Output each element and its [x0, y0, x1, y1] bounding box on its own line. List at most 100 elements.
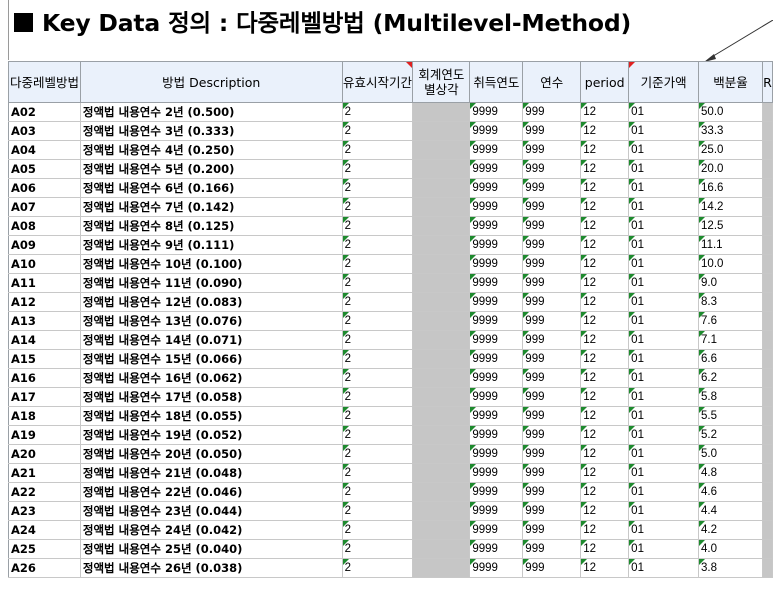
r-cell[interactable] [761, 406, 773, 426]
r-cell[interactable] [761, 539, 773, 559]
description-cell[interactable]: 정액법 내용연수 11년 (0.090) [79, 273, 343, 293]
r-cell[interactable] [761, 121, 773, 141]
method-code-cell[interactable]: A16 [8, 368, 81, 388]
description-cell[interactable]: 정액법 내용연수 3년 (0.333) [79, 121, 343, 141]
acq-year-cell[interactable]: 9999 [469, 368, 524, 388]
acq-year-cell[interactable]: 9999 [469, 235, 524, 255]
valid-start-cell[interactable]: 2 [341, 235, 414, 255]
period-cell[interactable]: 12 [580, 121, 630, 141]
col-header-percentage[interactable]: 백분율 [698, 61, 763, 103]
base-value-cell[interactable]: 01 [628, 558, 700, 578]
acq-year-cell[interactable]: 9999 [469, 197, 524, 217]
description-cell[interactable]: 정액법 내용연수 12년 (0.083) [79, 292, 343, 312]
method-code-cell[interactable]: A24 [8, 520, 81, 540]
description-cell[interactable]: 정액법 내용연수 23년 (0.044) [79, 501, 343, 521]
valid-start-cell[interactable]: 2 [341, 558, 414, 578]
period-cell[interactable]: 12 [580, 102, 630, 122]
method-code-cell[interactable]: A12 [8, 292, 81, 312]
base-value-cell[interactable]: 01 [628, 235, 700, 255]
method-code-cell[interactable]: A17 [8, 387, 81, 407]
description-cell[interactable]: 정액법 내용연수 18년 (0.055) [79, 406, 343, 426]
annual-depr-cell[interactable] [412, 330, 471, 350]
r-cell[interactable] [761, 197, 773, 217]
percentage-cell[interactable]: 33.3 [698, 121, 763, 141]
acq-year-cell[interactable]: 9999 [469, 463, 524, 483]
period-cell[interactable]: 12 [580, 292, 630, 312]
valid-start-cell[interactable]: 2 [341, 349, 414, 369]
description-cell[interactable]: 정액법 내용연수 25년 (0.040) [79, 539, 343, 559]
r-cell[interactable] [761, 178, 773, 198]
period-cell[interactable]: 12 [580, 368, 630, 388]
years-cell[interactable]: 999 [522, 121, 582, 141]
years-cell[interactable]: 999 [522, 406, 582, 426]
base-value-cell[interactable]: 01 [628, 197, 700, 217]
annual-depr-cell[interactable] [412, 425, 471, 445]
valid-start-cell[interactable]: 2 [341, 178, 414, 198]
percentage-cell[interactable]: 4.2 [698, 520, 763, 540]
period-cell[interactable]: 12 [580, 330, 630, 350]
percentage-cell[interactable]: 5.5 [698, 406, 763, 426]
percentage-cell[interactable]: 4.8 [698, 463, 763, 483]
valid-start-cell[interactable]: 2 [341, 311, 414, 331]
method-code-cell[interactable]: A10 [8, 254, 81, 274]
years-cell[interactable]: 999 [522, 254, 582, 274]
acq-year-cell[interactable]: 9999 [469, 425, 524, 445]
acq-year-cell[interactable]: 9999 [469, 406, 524, 426]
method-code-cell[interactable]: A22 [8, 482, 81, 502]
method-code-cell[interactable]: A07 [8, 197, 81, 217]
base-value-cell[interactable]: 01 [628, 539, 700, 559]
description-cell[interactable]: 정액법 내용연수 21년 (0.048) [79, 463, 343, 483]
percentage-cell[interactable]: 6.2 [698, 368, 763, 388]
percentage-cell[interactable]: 10.0 [698, 254, 763, 274]
valid-start-cell[interactable]: 2 [341, 254, 414, 274]
years-cell[interactable]: 999 [522, 425, 582, 445]
years-cell[interactable]: 999 [522, 387, 582, 407]
base-value-cell[interactable]: 01 [628, 501, 700, 521]
description-cell[interactable]: 정액법 내용연수 16년 (0.062) [79, 368, 343, 388]
percentage-cell[interactable]: 14.2 [698, 197, 763, 217]
percentage-cell[interactable]: 4.0 [698, 539, 763, 559]
percentage-cell[interactable]: 16.6 [698, 178, 763, 198]
acq-year-cell[interactable]: 9999 [469, 102, 524, 122]
base-value-cell[interactable]: 01 [628, 121, 700, 141]
annual-depr-cell[interactable] [412, 558, 471, 578]
period-cell[interactable]: 12 [580, 520, 630, 540]
annual-depr-cell[interactable] [412, 482, 471, 502]
annual-depr-cell[interactable] [412, 140, 471, 160]
r-cell[interactable] [761, 425, 773, 445]
acq-year-cell[interactable]: 9999 [469, 140, 524, 160]
percentage-cell[interactable]: 4.4 [698, 501, 763, 521]
method-code-cell[interactable]: A11 [8, 273, 81, 293]
annual-depr-cell[interactable] [412, 102, 471, 122]
years-cell[interactable]: 999 [522, 235, 582, 255]
r-cell[interactable] [761, 216, 773, 236]
method-code-cell[interactable]: A20 [8, 444, 81, 464]
acq-year-cell[interactable]: 9999 [469, 311, 524, 331]
base-value-cell[interactable]: 01 [628, 216, 700, 236]
acq-year-cell[interactable]: 9999 [469, 178, 524, 198]
base-value-cell[interactable]: 01 [628, 292, 700, 312]
method-code-cell[interactable]: A25 [8, 539, 81, 559]
percentage-cell[interactable]: 5.8 [698, 387, 763, 407]
description-cell[interactable]: 정액법 내용연수 5년 (0.200) [79, 159, 343, 179]
period-cell[interactable]: 12 [580, 159, 630, 179]
description-cell[interactable]: 정액법 내용연수 22년 (0.046) [79, 482, 343, 502]
period-cell[interactable]: 12 [580, 463, 630, 483]
years-cell[interactable]: 999 [522, 330, 582, 350]
years-cell[interactable]: 999 [522, 558, 582, 578]
base-value-cell[interactable]: 01 [628, 406, 700, 426]
description-cell[interactable]: 정액법 내용연수 24년 (0.042) [79, 520, 343, 540]
years-cell[interactable]: 999 [522, 539, 582, 559]
years-cell[interactable]: 999 [522, 444, 582, 464]
period-cell[interactable]: 12 [580, 254, 630, 274]
description-cell[interactable]: 정액법 내용연수 2년 (0.500) [79, 102, 343, 122]
annual-depr-cell[interactable] [412, 159, 471, 179]
period-cell[interactable]: 12 [580, 387, 630, 407]
r-cell[interactable] [761, 558, 773, 578]
method-code-cell[interactable]: A26 [8, 558, 81, 578]
valid-start-cell[interactable]: 2 [341, 216, 414, 236]
annual-depr-cell[interactable] [412, 254, 471, 274]
description-cell[interactable]: 정액법 내용연수 15년 (0.066) [79, 349, 343, 369]
method-code-cell[interactable]: A06 [8, 178, 81, 198]
base-value-cell[interactable]: 01 [628, 178, 700, 198]
